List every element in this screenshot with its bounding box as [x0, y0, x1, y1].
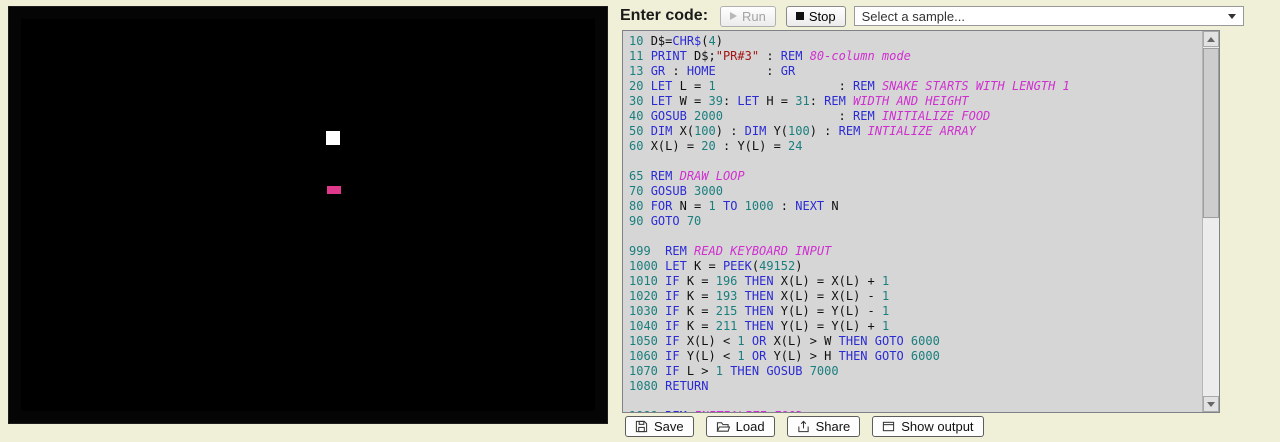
- play-icon: [730, 12, 737, 20]
- chevron-down-icon: [1228, 14, 1236, 19]
- folder-icon: [716, 420, 730, 433]
- code-line: 1010 IF K = 196 THEN X(L) = X(L) + 1: [629, 274, 1202, 289]
- share-icon: [797, 420, 810, 433]
- code-text[interactable]: 10 D$=CHR$(4)11 PRINT D$;"PR#3" : REM 80…: [623, 31, 1202, 412]
- code-line: 1070 IF L > 1 THEN GOSUB 7000: [629, 364, 1202, 379]
- code-line: [629, 394, 1202, 409]
- code-line: 1020 IF K = 193 THEN X(L) = X(L) - 1: [629, 289, 1202, 304]
- emulator-screen[interactable]: [8, 6, 608, 424]
- code-line: 1000 LET K = PEEK(49152): [629, 259, 1202, 274]
- scrollbar[interactable]: [1202, 31, 1219, 412]
- sample-select[interactable]: Select a sample...: [854, 6, 1244, 26]
- code-line: [629, 229, 1202, 244]
- stop-button-label: Stop: [809, 9, 836, 24]
- code-line: 13 GR : HOME : GR: [629, 64, 1202, 79]
- show-output-button-label: Show output: [901, 419, 973, 434]
- code-line: [629, 154, 1202, 169]
- sample-select-value: Select a sample...: [862, 9, 965, 24]
- code-line: 90 GOTO 70: [629, 214, 1202, 229]
- code-line: 1030 IF K = 215 THEN Y(L) = Y(L) - 1: [629, 304, 1202, 319]
- run-button[interactable]: Run: [720, 6, 776, 27]
- code-line: 1080 RETURN: [629, 379, 1202, 394]
- scrollbar-thumb[interactable]: [1203, 48, 1219, 218]
- load-button-label: Load: [736, 419, 765, 434]
- scroll-up-button[interactable]: [1203, 31, 1219, 47]
- stop-icon: [796, 12, 804, 20]
- output-window-icon: [882, 420, 895, 433]
- show-output-button[interactable]: Show output: [872, 416, 983, 437]
- code-editor[interactable]: 10 D$=CHR$(4)11 PRINT D$;"PR#3" : REM 80…: [622, 30, 1220, 413]
- code-line: 80 FOR N = 1 TO 1000 : NEXT N: [629, 199, 1202, 214]
- code-line: 40 GOSUB 2000 : REM INITIALIZE FOOD: [629, 109, 1202, 124]
- code-line: 70 GOSUB 3000: [629, 184, 1202, 199]
- code-line: 30 LET W = 39: LET H = 31: REM WIDTH AND…: [629, 94, 1202, 109]
- code-line: 1060 IF Y(L) < 1 OR Y(L) > H THEN GOTO 6…: [629, 349, 1202, 364]
- toolbar: Enter code: Run Stop Select a sample...: [620, 5, 1244, 27]
- code-line: 11 PRINT D$;"PR#3" : REM 80-column mode: [629, 49, 1202, 64]
- code-line: 10 D$=CHR$(4): [629, 34, 1202, 49]
- save-icon: [635, 420, 648, 433]
- run-button-label: Run: [742, 9, 766, 24]
- scroll-down-icon: [1207, 402, 1215, 407]
- save-button[interactable]: Save: [625, 416, 694, 437]
- share-button-label: Share: [816, 419, 851, 434]
- code-line: 1999 REM INITIALIZE FOOD: [629, 409, 1202, 412]
- stop-button[interactable]: Stop: [786, 6, 846, 27]
- share-button[interactable]: Share: [787, 416, 861, 437]
- load-button[interactable]: Load: [706, 416, 775, 437]
- code-line: 999 REM READ KEYBOARD INPUT: [629, 244, 1202, 259]
- code-line: 65 REM DRAW LOOP: [629, 169, 1202, 184]
- scroll-down-button[interactable]: [1203, 396, 1219, 412]
- save-button-label: Save: [654, 419, 684, 434]
- scroll-up-icon: [1207, 37, 1215, 42]
- enter-code-label: Enter code:: [620, 7, 708, 25]
- code-line: 1050 IF X(L) < 1 OR X(L) > W THEN GOTO 6…: [629, 334, 1202, 349]
- code-line: 60 X(L) = 20 : Y(L) = 24: [629, 139, 1202, 154]
- footer-toolbar: Save Load Share Show output: [625, 416, 984, 437]
- code-line: 50 DIM X(100) : DIM Y(100) : REM INTIALI…: [629, 124, 1202, 139]
- snake-cell: [326, 131, 340, 145]
- code-line: 20 LET L = 1 : REM SNAKE STARTS WITH LEN…: [629, 79, 1202, 94]
- food-cell: [327, 186, 341, 194]
- code-line: 1040 IF K = 211 THEN Y(L) = Y(L) + 1: [629, 319, 1202, 334]
